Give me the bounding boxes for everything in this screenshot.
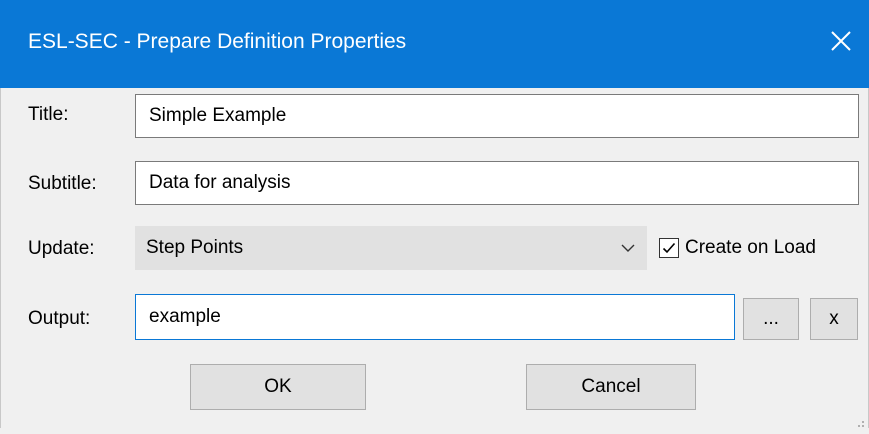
clear-output-button[interactable]: x <box>810 298 858 340</box>
cancel-button[interactable]: Cancel <box>526 364 696 410</box>
create-on-load-label: Create on Load <box>685 237 816 258</box>
browse-button-label: ... <box>763 308 779 329</box>
subtitle-label: Subtitle: <box>28 173 97 194</box>
window-title: ESL-SEC - Prepare Definition Properties <box>28 30 407 53</box>
ok-button-label: OK <box>264 376 292 397</box>
output-field[interactable]: example <box>135 294 735 340</box>
update-dropdown-value: Step Points <box>146 237 244 258</box>
title-bar: ESL-SEC - Prepare Definition Properties <box>0 0 869 88</box>
subtitle-field[interactable]: Data for analysis <box>135 161 859 205</box>
update-label: Update: <box>28 238 95 259</box>
chevron-down-icon <box>620 240 636 262</box>
resize-grip-icon[interactable] <box>853 412 865 427</box>
clear-output-button-label: x <box>829 308 839 329</box>
title-field[interactable]: Simple Example <box>135 94 859 138</box>
create-on-load-checkbox[interactable]: Create on Load <box>659 234 816 262</box>
cancel-button-label: Cancel <box>581 376 641 397</box>
browse-button[interactable]: ... <box>743 298 799 340</box>
close-button[interactable] <box>813 18 869 70</box>
title-field-value: Simple Example <box>149 105 287 126</box>
title-label: Title: <box>28 104 69 125</box>
subtitle-field-value: Data for analysis <box>149 172 291 193</box>
output-label: Output: <box>28 308 91 329</box>
output-field-value: example <box>149 306 221 327</box>
checkmark-icon <box>662 242 676 254</box>
close-icon <box>830 30 852 58</box>
checkbox-box[interactable] <box>659 238 679 258</box>
update-dropdown[interactable]: Step Points <box>135 226 647 270</box>
ok-button[interactable]: OK <box>190 364 366 410</box>
